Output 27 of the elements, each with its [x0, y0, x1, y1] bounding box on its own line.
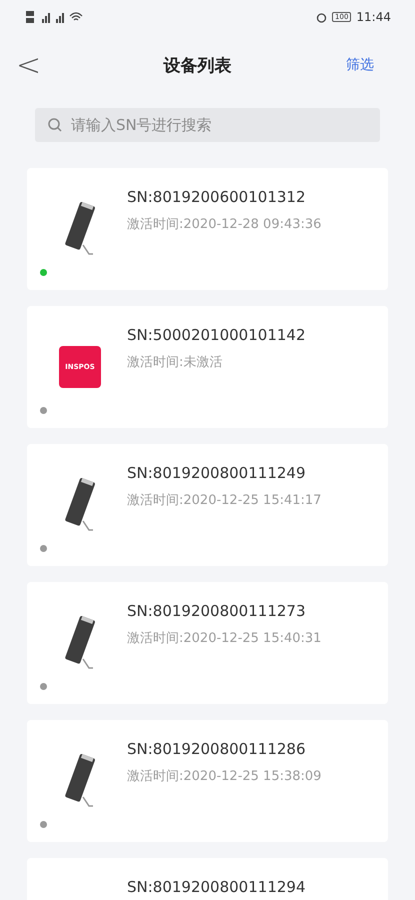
- device-card[interactable]: SN:8019200800111286 激活时间:2020-12-25 15:38:09: [27, 720, 388, 842]
- device-card[interactable]: SN:8019200800111294: [27, 858, 388, 900]
- device-card[interactable]: SN:8019200600101312 激活时间:2020-12-28 09:43:36: [27, 168, 388, 290]
- page-title: 设备列表: [162, 54, 232, 76]
- activation-time: 激活时间:2020-12-25 15:38:09: [127, 768, 322, 785]
- serial-number: SN:8019200800111286: [127, 740, 306, 758]
- terminal-icon: [65, 477, 95, 533]
- serial-number: SN:8019200800111294: [127, 878, 306, 896]
- activation-time: 激活时间:2020-12-25 15:40:31: [127, 630, 322, 647]
- device-card[interactable]: SN:8019200800111249 激活时间:2020-12-25 15:41:17: [27, 444, 388, 566]
- search-icon: [47, 117, 63, 133]
- serial-number: SN:8019200800111273: [127, 602, 306, 620]
- serial-number: SN:5000201000101142: [127, 326, 306, 344]
- status-time: 11:44: [356, 10, 391, 24]
- activation-time: 激活时间:2020-12-25 15:41:17: [127, 492, 322, 509]
- serial-number: SN:8019200600101312: [127, 188, 306, 206]
- terminal-icon: [65, 201, 95, 257]
- activation-time: 激活时间:2020-12-28 09:43:36: [127, 216, 322, 233]
- device-card[interactable]: SN:8019200800111273 激活时间:2020-12-25 15:40:31: [27, 582, 388, 704]
- search-field[interactable]: 请输入SN号进行搜索: [35, 108, 380, 142]
- back-button[interactable]: <: [0, 48, 44, 82]
- filter-button[interactable]: 筛选: [335, 56, 374, 74]
- terminal-icon: [65, 615, 95, 671]
- serial-number: SN:8019200800111249: [127, 464, 306, 482]
- terminal-icon: [65, 753, 95, 809]
- alarm-icon: [316, 12, 328, 22]
- activation-time: 激活时间:未激活: [127, 354, 224, 371]
